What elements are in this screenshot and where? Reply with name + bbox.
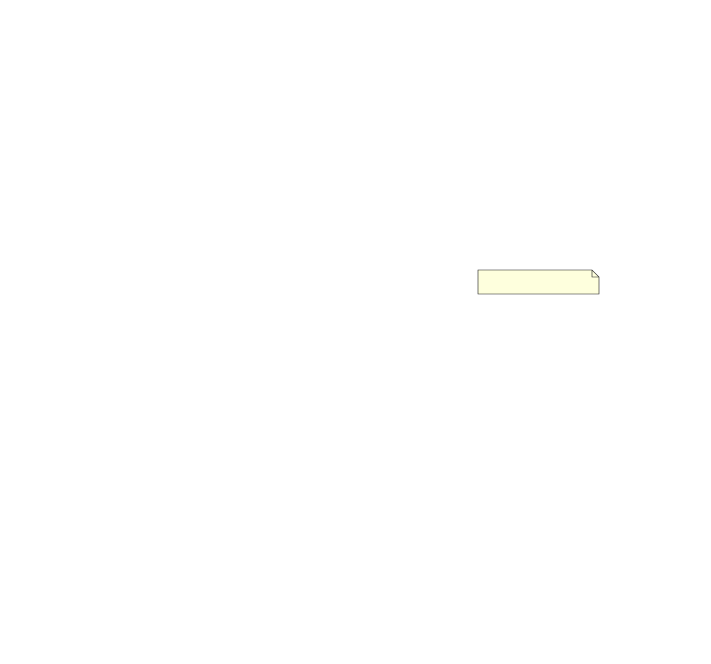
sequence-diagram — [477, 269, 600, 295]
note-cache-is-empty — [477, 269, 600, 295]
